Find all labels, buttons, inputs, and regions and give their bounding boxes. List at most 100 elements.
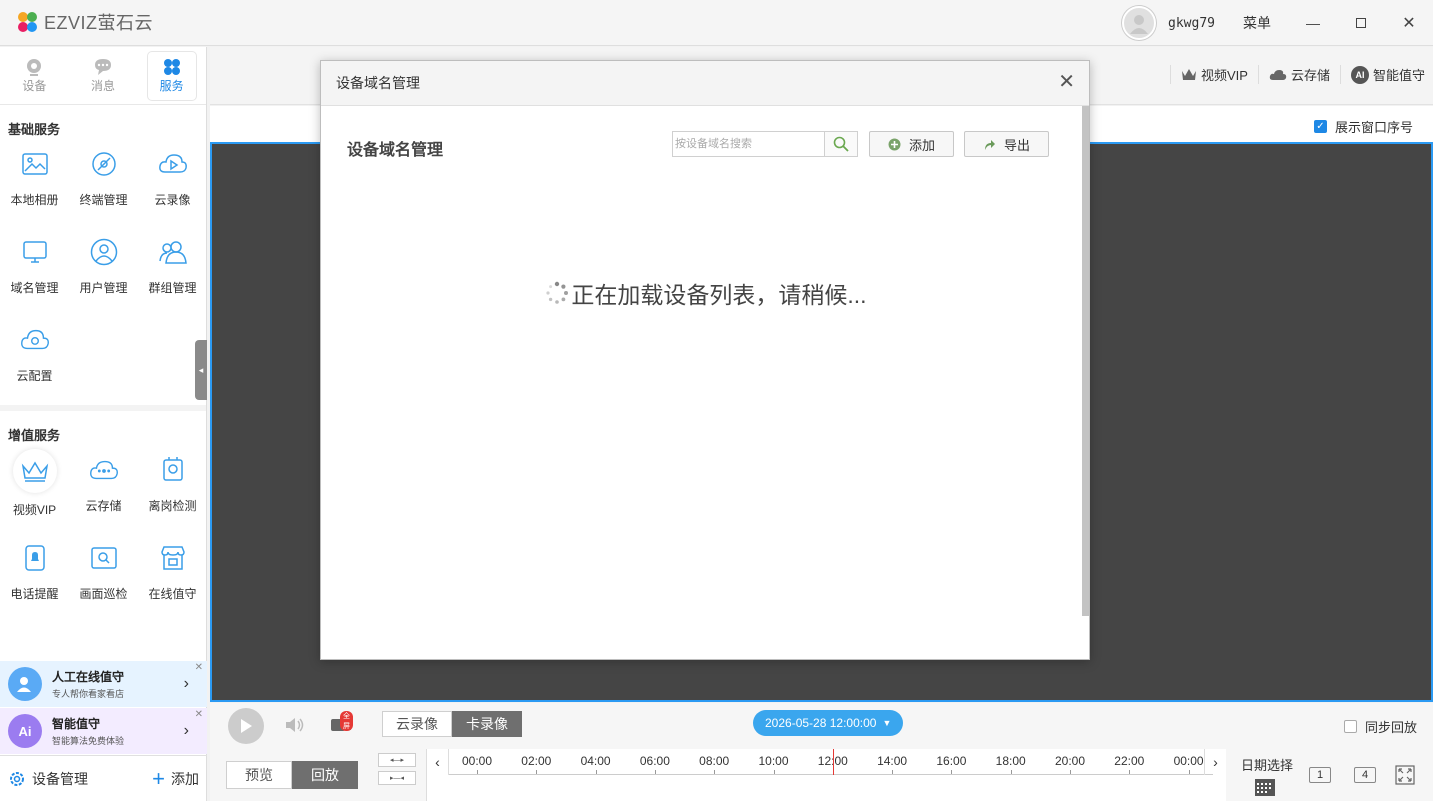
tab-services[interactable]: 服务	[147, 51, 196, 100]
smart-guard-label: 智能值守	[1372, 68, 1425, 83]
timeline-next-button[interactable]: ›	[1204, 749, 1226, 775]
fullscreen-camera-button[interactable]: 全屏	[330, 711, 353, 736]
play-button[interactable]	[228, 708, 264, 744]
promo-title: 人工在线值守	[52, 670, 125, 684]
timeline-tick-label: 10:00	[758, 754, 789, 768]
timeline[interactable]: ‹ 00:0002:0004:0006:0008:0010:0012:0014:…	[426, 749, 1226, 801]
preview-tab[interactable]: 预览	[226, 761, 292, 789]
domain-search	[672, 131, 858, 157]
layout-4-button[interactable]: 4	[1354, 767, 1376, 783]
layout-1-button[interactable]: 1	[1309, 767, 1331, 783]
minimize-button[interactable]: —	[1289, 0, 1337, 46]
expand-button[interactable]	[1395, 765, 1415, 788]
basic-services-title: 基础服务	[8, 122, 61, 137]
grid-icon	[163, 59, 180, 75]
checkbox-checked-icon[interactable]: ✓	[1313, 120, 1327, 133]
timeline-prev-button[interactable]: ‹	[427, 749, 449, 775]
service-cloud-storage[interactable]: 云存储	[69, 447, 138, 535]
add-label: 添加	[171, 770, 199, 787]
menu-button[interactable]: 菜单	[1243, 13, 1271, 33]
service-terminal-manage[interactable]: 终端管理	[69, 141, 138, 229]
timeline-zoom: ◂—▸ ▸—◂	[378, 753, 416, 785]
logo-text: EZVIZ萤石云	[44, 13, 154, 33]
chevron-right-icon: ›	[183, 722, 189, 739]
tab-messages[interactable]: 消息	[79, 52, 127, 100]
dialog-body: 设备域名管理 添加 导出	[321, 106, 1089, 660]
avatar[interactable]	[1122, 6, 1157, 40]
mode-toggle: 预览 回放	[226, 761, 358, 789]
plus-icon: +	[152, 765, 165, 791]
calendar-icon	[1255, 779, 1275, 796]
timeline-tick-label: 04:00	[580, 754, 611, 768]
datetime-picker[interactable]: 2026-05-28 12:00:00 ▼	[753, 710, 904, 736]
username[interactable]: gkwg79	[1168, 16, 1215, 31]
service-online-guard[interactable]: 在线值守	[138, 535, 207, 623]
service-cloud-record[interactable]: 云录像	[138, 141, 207, 229]
timeline-tick-mark	[773, 770, 775, 774]
export-button[interactable]: 导出	[964, 131, 1049, 157]
promo-manual-guard[interactable]: 人工在线值守 专人帮你看家看店 › ✕	[0, 661, 207, 707]
maximize-button[interactable]	[1337, 0, 1385, 46]
service-phone-alert[interactable]: 电话提醒	[0, 535, 69, 623]
sidebar-bottom-bar: 设备管理 + 添加	[0, 755, 207, 801]
export-arrow-icon	[984, 139, 995, 150]
timeline-current-time-needle[interactable]	[832, 749, 834, 775]
calendar-button[interactable]	[1254, 777, 1276, 800]
show-index-label: 展示窗口序号	[1334, 120, 1413, 135]
close-promo-icon[interactable]: ✕	[195, 662, 203, 673]
image-icon	[21, 153, 48, 175]
card-record-tab[interactable]: 卡录像	[452, 711, 522, 737]
dialog-close-button[interactable]: ✕	[1058, 72, 1075, 92]
checkbox-unchecked-icon[interactable]	[1343, 720, 1357, 733]
search-icon	[833, 136, 849, 152]
volume-button[interactable]	[284, 716, 306, 737]
timeline-tick-mark	[714, 770, 716, 774]
device-manage-button[interactable]: 设备管理	[8, 769, 88, 789]
service-local-album[interactable]: 本地相册	[0, 141, 69, 229]
dialog-header: 设备域名管理 ✕	[321, 61, 1089, 106]
expand-icon	[1395, 765, 1415, 785]
satellite-icon	[91, 152, 116, 176]
video-vip-button[interactable]: 视频VIP	[1170, 65, 1248, 84]
zoom-out-button[interactable]: ▸—◂	[378, 771, 416, 785]
cloud-storage-button[interactable]: 云存储	[1257, 65, 1330, 84]
service-label: 域名管理	[10, 281, 59, 295]
cloud-play-icon	[158, 154, 187, 173]
playback-tab[interactable]: 回放	[292, 761, 358, 789]
cloud-storage-icon	[89, 460, 118, 480]
loading-indicator: 正在加载设备列表，请稍候...	[321, 276, 1091, 310]
show-window-index-toggle[interactable]: ✓ 展示窗口序号	[1313, 117, 1413, 136]
spinner-icon	[546, 281, 569, 304]
service-user-manage[interactable]: 用户管理	[69, 229, 138, 317]
promo-subtitle: 专人帮你看家看店	[52, 689, 125, 699]
service-cloud-config[interactable]: 云配置	[0, 317, 69, 405]
chevron-right-icon: ›	[183, 675, 189, 692]
service-screen-patrol[interactable]: 画面巡检	[69, 535, 138, 623]
close-window-button[interactable]: ✕	[1385, 0, 1433, 46]
cloud-record-tab[interactable]: 云录像	[382, 711, 452, 737]
service-group-manage[interactable]: 群组管理	[138, 229, 207, 317]
service-domain-manage[interactable]: 域名管理	[0, 229, 69, 317]
add-device-button[interactable]: + 添加	[152, 765, 199, 791]
speaker-icon	[286, 718, 304, 732]
basic-services-grid: 本地相册 终端管理 云录像 域名管理 用户管理 群组管理 云配置	[0, 141, 206, 405]
smart-guard-button[interactable]: AI 智能值守	[1339, 65, 1425, 84]
sidebar-collapse-handle[interactable]: ◂	[195, 340, 207, 400]
add-domain-button[interactable]: 添加	[869, 131, 954, 157]
sync-playback-toggle[interactable]: 同步回放	[1343, 717, 1417, 736]
dialog-scrollbar[interactable]	[1082, 106, 1089, 616]
close-promo-icon[interactable]: ✕	[195, 709, 203, 720]
timeline-tick-label: 22:00	[1114, 754, 1145, 768]
tab-devices[interactable]: 设备	[10, 52, 58, 100]
search-button[interactable]	[824, 132, 857, 156]
service-label: 云配置	[16, 369, 53, 383]
service-video-vip[interactable]: 视频VIP	[0, 447, 69, 535]
chevron-left-icon: ◂	[198, 364, 204, 375]
service-absence-detect[interactable]: 离岗检测	[138, 447, 207, 535]
tab-messages-label: 消息	[90, 79, 115, 93]
promo-smart-guard[interactable]: Ai 智能值守 智能算法免费体验 › ✕	[0, 708, 207, 754]
value-services-grid: 视频VIP 云存储 离岗检测 电话提醒 画面巡检 在线值守	[0, 447, 206, 623]
zoom-in-button[interactable]: ◂—▸	[378, 753, 416, 767]
message-icon	[94, 59, 111, 75]
domain-search-input[interactable]	[673, 132, 825, 156]
